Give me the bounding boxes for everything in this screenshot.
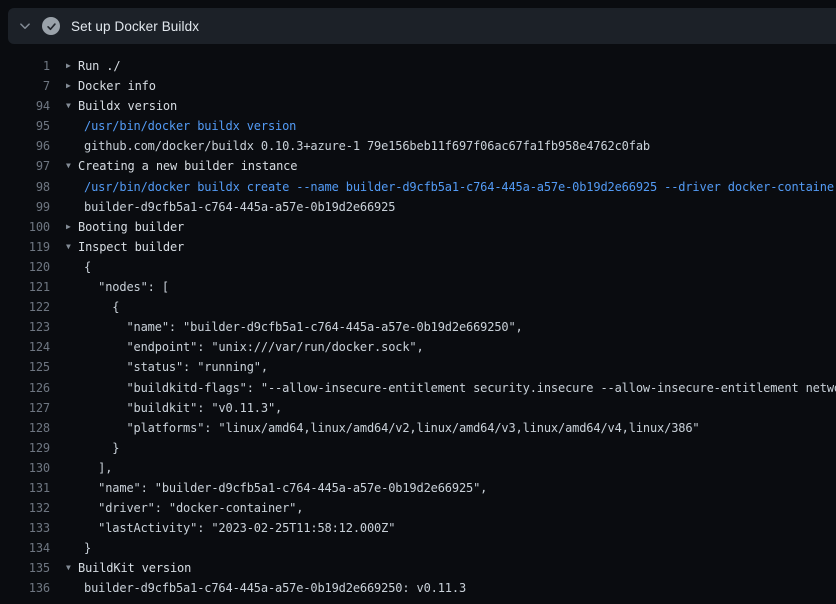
step-header[interactable]: Set up Docker Buildx (8, 8, 836, 44)
log-line: 98/usr/bin/docker buildx create --name b… (0, 177, 836, 197)
line-number-link[interactable]: 125 (0, 357, 50, 377)
log-output-text: } (84, 538, 91, 558)
triangle-right-icon[interactable]: ▶ (50, 56, 78, 76)
line-number-link[interactable]: 100 (0, 217, 50, 237)
log-line: 97▼Creating a new builder instance (0, 156, 836, 176)
line-number-link[interactable]: 119 (0, 237, 50, 257)
line-number-link[interactable]: 128 (0, 418, 50, 438)
triangle-down-icon[interactable]: ▼ (50, 156, 78, 176)
triangle-down-icon[interactable]: ▼ (50, 237, 78, 257)
log-group-title[interactable]: Booting builder (78, 217, 184, 237)
log-output-text: builder-d9cfb5a1-c764-445a-a57e-0b19d2e6… (84, 578, 466, 598)
log-line: 136 builder-d9cfb5a1-c764-445a-a57e-0b19d… (0, 578, 836, 598)
line-number-link[interactable]: 131 (0, 478, 50, 498)
log-group-title[interactable]: BuildKit version (78, 558, 191, 578)
log-line: 94▼Buildx version (0, 96, 836, 116)
log-line: 135▼BuildKit version (0, 558, 836, 578)
log-output-text: "platforms": "linux/amd64,linux/amd64/v2… (84, 418, 700, 438)
log-output-text: "buildkitd-flags": "--allow-insecure-ent… (84, 378, 836, 398)
line-number-link[interactable]: 136 (0, 578, 50, 598)
line-number-link[interactable]: 121 (0, 277, 50, 297)
log-command-text: /usr/bin/docker buildx create --name bui… (84, 177, 836, 197)
triangle-right-icon[interactable]: ▶ (50, 217, 78, 237)
log-group-title[interactable]: Run ./ (78, 56, 120, 76)
log-line: 1▶Run ./ (0, 56, 836, 76)
line-number-link[interactable]: 124 (0, 337, 50, 357)
log-line: 134} (0, 538, 836, 558)
line-number-link[interactable]: 1 (0, 56, 50, 76)
line-number-link[interactable]: 98 (0, 177, 50, 197)
log-command-text: /usr/bin/docker buildx version (84, 116, 296, 136)
log-line: 125 "status": "running", (0, 357, 836, 377)
log-output-text: "status": "running", (84, 357, 268, 377)
line-number-link[interactable]: 127 (0, 398, 50, 418)
log-output-text: { (84, 297, 119, 317)
line-number-link[interactable]: 94 (0, 96, 50, 116)
log-line: 95/usr/bin/docker buildx version (0, 116, 836, 136)
log-group-title[interactable]: Creating a new builder instance (78, 156, 297, 176)
log-output-text: "name": "builder-d9cfb5a1-c764-445a-a57e… (84, 317, 523, 337)
log-line: 99 builder-d9cfb5a1-c764-445a-a57e-0b19d2… (0, 197, 836, 217)
log-line: 7▶Docker info (0, 76, 836, 96)
line-number-link[interactable]: 120 (0, 257, 50, 277)
line-number-link[interactable]: 96 (0, 136, 50, 156)
log-line: 128 "platforms": "linux/amd64,linux/amd6… (0, 418, 836, 438)
log-line: 123 "name": "builder-d9cfb5a1-c764-445a-… (0, 317, 836, 337)
log-output-text: builder-d9cfb5a1-c764-445a-a57e-0b19d2e6… (84, 197, 395, 217)
line-number-link[interactable]: 7 (0, 76, 50, 96)
log-output-text: "nodes": [ (84, 277, 169, 297)
log-group-title[interactable]: Buildx version (78, 96, 177, 116)
line-number-link[interactable]: 122 (0, 297, 50, 317)
line-number-link[interactable]: 99 (0, 197, 50, 217)
step-title: Set up Docker Buildx (71, 19, 199, 34)
log-group-title[interactable]: Docker info (78, 76, 156, 96)
log-line: 96 github.com/docker/buildx 0.10.3+azure-… (0, 136, 836, 156)
line-number-link[interactable]: 132 (0, 498, 50, 518)
log-lines: 1▶Run ./7▶Docker info94▼Buildx version95… (0, 56, 836, 599)
triangle-right-icon[interactable]: ▶ (50, 76, 78, 96)
log-output-text: } (84, 438, 119, 458)
log-output-text: "lastActivity": "2023-02-25T11:58:12.000… (84, 518, 395, 538)
log-group-title[interactable]: Inspect builder (78, 237, 184, 257)
line-number-link[interactable]: 126 (0, 378, 50, 398)
line-number-link[interactable]: 134 (0, 538, 50, 558)
line-number-link[interactable]: 123 (0, 317, 50, 337)
log-line: 120 { (0, 257, 836, 277)
log-output-text: "name": "builder-d9cfb5a1-c764-445a-a57e… (84, 478, 487, 498)
log-line: 121 "nodes": [ (0, 277, 836, 297)
line-number-link[interactable]: 135 (0, 558, 50, 578)
log-line: 119▼Inspect builder (0, 237, 836, 257)
log-line: 132 "driver": "docker-container", (0, 498, 836, 518)
log-output-text: "endpoint": "unix:///var/run/docker.sock… (84, 337, 424, 357)
log-line: 127 "buildkit": "v0.11.3", (0, 398, 836, 418)
log-line: 122 { (0, 297, 836, 317)
line-number-link[interactable]: 129 (0, 438, 50, 458)
log-line: 129 } (0, 438, 836, 458)
line-number-link[interactable]: 130 (0, 458, 50, 478)
log-output-text: { (84, 257, 91, 277)
log-line: 133 "lastActivity": "2023-02-25T11:58:12… (0, 518, 836, 538)
line-number-link[interactable]: 97 (0, 156, 50, 176)
log-line: 131 "name": "builder-d9cfb5a1-c764-445a-… (0, 478, 836, 498)
log-output-text: ], (84, 458, 112, 478)
log-line: 130 ], (0, 458, 836, 478)
line-number-link[interactable]: 95 (0, 116, 50, 136)
triangle-down-icon[interactable]: ▼ (50, 96, 78, 116)
log-line: 124 "endpoint": "unix:///var/run/docker.… (0, 337, 836, 357)
log-output-text: github.com/docker/buildx 0.10.3+azure-1 … (84, 136, 650, 156)
triangle-down-icon[interactable]: ▼ (50, 558, 78, 578)
line-number-link[interactable]: 133 (0, 518, 50, 538)
log-output-text: "buildkit": "v0.11.3", (84, 398, 282, 418)
log-line: 126 "buildkitd-flags": "--allow-insecure… (0, 378, 836, 398)
log-line: 100▶Booting builder (0, 217, 836, 237)
chevron-down-icon[interactable] (8, 20, 42, 32)
check-circle-icon (42, 17, 60, 35)
log-output-text: "driver": "docker-container", (84, 498, 303, 518)
